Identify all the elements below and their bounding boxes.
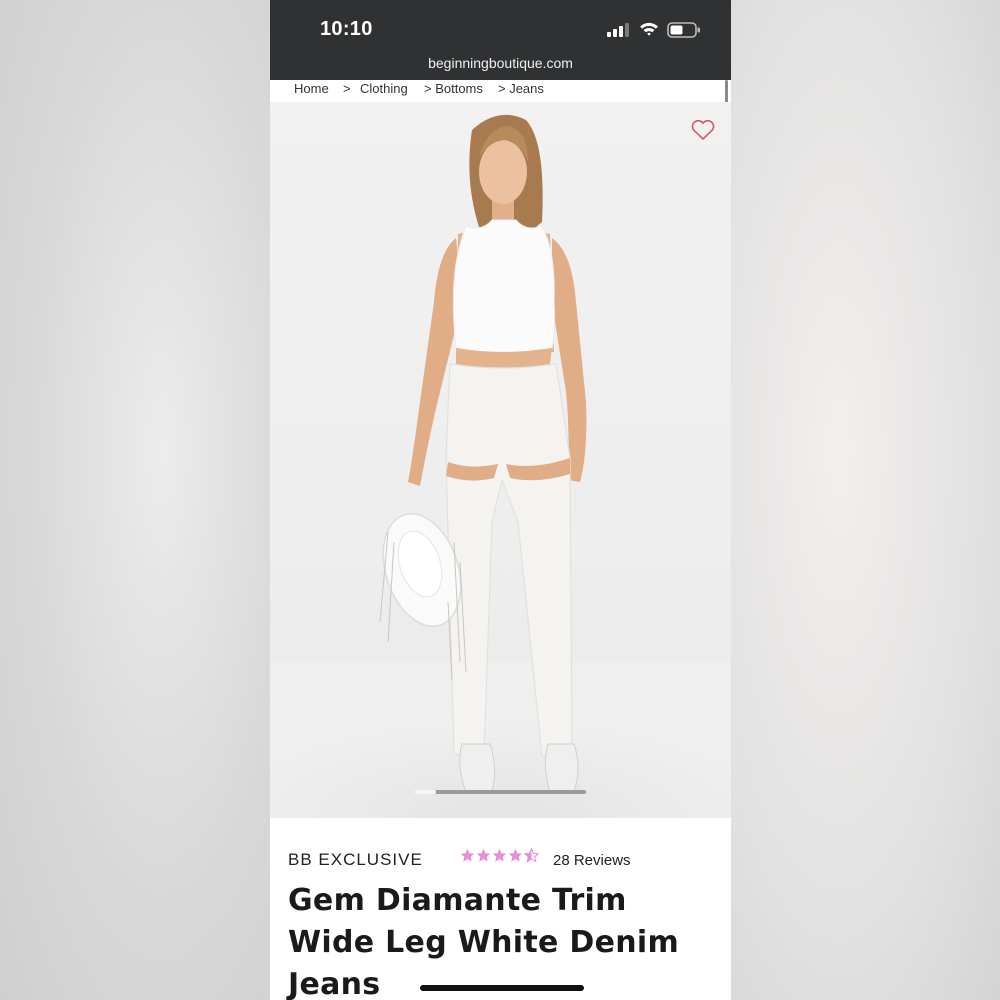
- carousel-progress[interactable]: [414, 790, 586, 794]
- product-brand-label: BB EXCLUSIVE: [288, 850, 423, 869]
- home-indicator[interactable]: [420, 985, 584, 991]
- status-time: 10:10: [320, 18, 373, 40]
- product-image-carousel[interactable]: [270, 102, 731, 818]
- star-half-icon: [524, 848, 539, 863]
- reviews-link[interactable]: 28 Reviews: [553, 852, 631, 869]
- breadcrumb-jeans[interactable]: > Jeans: [498, 81, 544, 96]
- url-text: beginningboutique.com: [428, 55, 573, 71]
- star-icon: [508, 848, 523, 862]
- address-bar[interactable]: beginningboutique.com: [270, 52, 731, 80]
- star-icon: [476, 848, 491, 862]
- wishlist-heart-icon[interactable]: [690, 118, 716, 142]
- background-left: [0, 0, 270, 1000]
- rating-stars[interactable]: [460, 848, 539, 868]
- breadcrumb: Home > Clothing > Bottoms > Jeans: [270, 80, 731, 102]
- breadcrumb-separator: >: [343, 81, 351, 96]
- breadcrumb-bottoms[interactable]: > Bottoms: [424, 81, 483, 96]
- wifi-icon: [639, 21, 659, 42]
- product-info: BB EXCLUSIVE 28 Reviews Gem Diamante Tri…: [270, 818, 731, 1000]
- carousel-active-indicator: [414, 790, 436, 794]
- product-photo: [270, 114, 731, 818]
- status-bar: 10:10: [270, 0, 731, 52]
- background-right: [731, 0, 1000, 1000]
- signal-icon: [607, 23, 631, 42]
- breadcrumb-home[interactable]: Home: [294, 81, 329, 96]
- breadcrumb-clothing[interactable]: Clothing: [360, 81, 408, 96]
- star-icon: [492, 848, 507, 862]
- product-title: Gem Diamante Trim Wide Leg White Denim J…: [288, 883, 680, 1000]
- phone-screen: 10:10 beginningboutique.com Home > Cloth…: [270, 0, 731, 1000]
- battery-icon: [667, 22, 701, 43]
- star-icon: [460, 848, 475, 862]
